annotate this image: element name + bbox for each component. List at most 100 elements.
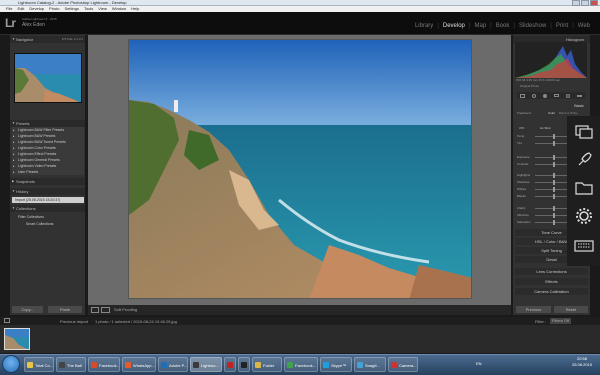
taskbar-item[interactable]: Camera...: [388, 357, 418, 372]
taskbar-item[interactable]: Folder: [252, 357, 282, 372]
keyboard-tool-button[interactable]: [567, 232, 600, 260]
windows-icon: [574, 125, 593, 139]
system-clock[interactable]: 20:58 25.08.2015: [572, 356, 592, 368]
develop-toolbar: Soft Proofing: [88, 305, 511, 315]
taskbar-item-label: Lightroo...: [201, 363, 219, 368]
wb-label: WB :: [519, 126, 526, 130]
original-photo-toggle[interactable]: Original Photo: [520, 84, 539, 88]
taskbar-app-icon: [323, 362, 329, 368]
taskbar-item[interactable]: SnagIt...: [354, 357, 386, 372]
module-web[interactable]: Web: [578, 23, 590, 29]
taskbar-item[interactable]: Skype™: [320, 357, 352, 372]
adjustment-brush-icon[interactable]: [576, 94, 582, 97]
presets-title: Presets: [16, 121, 30, 126]
basic-title[interactable]: Basic: [515, 103, 588, 108]
folder-icon: [574, 182, 593, 195]
collapse-triangle-icon: ▼: [12, 206, 15, 210]
rocket-icon: [578, 152, 592, 166]
taskbar-item-label: Facebook...: [295, 363, 316, 368]
taskbar-app-icon: [357, 362, 363, 368]
clock-date: 25.08.2015: [571, 362, 592, 367]
reset-button[interactable]: Reset: [554, 306, 588, 313]
module-slideshow[interactable]: Slideshow: [519, 23, 546, 29]
taskbar-app-icon: [227, 362, 233, 368]
navigator-title: Navigator: [16, 37, 34, 42]
histogram[interactable]: [515, 42, 587, 78]
grid-view-icon[interactable]: [4, 318, 10, 323]
graduated-filter-icon[interactable]: [553, 94, 559, 97]
red-eye-icon[interactable]: [543, 93, 548, 98]
filter-select[interactable]: Filters Off: [550, 318, 572, 324]
module-develop[interactable]: Develop: [443, 23, 465, 29]
folder-tool-button[interactable]: [567, 174, 600, 202]
presets-header[interactable]: ▼ Presets: [10, 120, 85, 127]
soft-proofing-label[interactable]: Soft Proofing: [114, 307, 137, 312]
previous-button[interactable]: Previous: [516, 306, 551, 313]
filmstrip-info: 1 photo / 1 selected / 2015-08-24 13.46.…: [95, 319, 177, 324]
taskbar-item-label: WhatsApp...: [133, 363, 155, 368]
expand-triangle-icon: ▶: [12, 179, 15, 183]
taskbar-item[interactable]: Total Co...: [24, 357, 54, 372]
before-after-icon[interactable]: [101, 307, 110, 313]
module-map[interactable]: Map: [474, 23, 486, 29]
treatment-label: Treatment:: [517, 111, 532, 115]
presets-list: Lightroom B&W Filter Presets Lightroom B…: [12, 127, 84, 175]
lightroom-logo: Lr: [5, 16, 16, 30]
side-tool-panel: [567, 116, 600, 266]
collapse-triangle-icon: ▼: [12, 189, 15, 193]
taskbar-app-icon: [241, 362, 247, 368]
crop-tool-icon[interactable]: [520, 93, 526, 98]
module-print[interactable]: Print: [556, 23, 568, 29]
taskbar-app-icon: [255, 362, 261, 368]
filmstrip-bar: Previous Import 1 photo / 1 selected / 2…: [0, 317, 600, 325]
section-camera-calibration[interactable]: Camera Calibration: [515, 288, 588, 295]
start-button[interactable]: [2, 355, 20, 373]
module-library[interactable]: Library: [415, 23, 433, 29]
filmstrip-thumbnail[interactable]: [4, 328, 30, 350]
identity-name: Alex Eden: [22, 22, 45, 28]
paste-button[interactable]: Paste: [48, 306, 82, 313]
rocket-tool-button[interactable]: [567, 146, 600, 174]
collection-filter[interactable]: Filter Collections: [12, 214, 84, 220]
navigator-header[interactable]: ▼ Navigator FIT FILL 1:1 3:1: [10, 36, 85, 43]
taskbar-item-label: Facebook...: [99, 363, 120, 368]
previous-import-label[interactable]: Previous Import: [60, 319, 88, 324]
taskbar-item[interactable]: WhatsApp...: [122, 357, 156, 372]
treatment-color[interactable]: Color: [548, 111, 555, 115]
windows-tool-button[interactable]: [567, 118, 600, 146]
snapshots-header[interactable]: ▶ Snapshots: [10, 178, 85, 185]
section-effects[interactable]: Effects: [515, 278, 588, 285]
history-header[interactable]: ▼ History: [10, 188, 85, 195]
collapse-triangle-icon: ▼: [12, 121, 15, 125]
taskbar-item[interactable]: [224, 357, 236, 372]
radial-filter-icon[interactable]: [565, 93, 570, 98]
taskbar-item[interactable]: [238, 357, 250, 372]
navigator-preview[interactable]: [14, 53, 82, 103]
taskbar-item[interactable]: Facebook...: [88, 357, 120, 372]
copy-button[interactable]: Copy...: [12, 306, 43, 313]
history-item[interactable]: Import (25.08.2015 15:20:37): [12, 197, 84, 203]
coastline-photo-image: [129, 40, 471, 298]
treatment-bw[interactable]: Black & White: [559, 111, 585, 115]
taskbar-item[interactable]: Lightroo...: [190, 357, 222, 372]
loupe-view-icon[interactable]: [91, 307, 99, 313]
preset-folder[interactable]: User Presets: [12, 169, 84, 175]
taskbar-item-label: Adobe P...: [169, 363, 188, 368]
collection-smart[interactable]: Smart Collections: [12, 221, 84, 227]
navigator-zoom[interactable]: FIT FILL 1:1 3:1: [62, 36, 83, 43]
wb-value[interactable]: As Shot: [540, 126, 551, 130]
taskbar-item-label: Skype™: [331, 363, 347, 368]
settings-tool-button[interactable]: [567, 202, 600, 230]
taskbar-app-icon: [125, 362, 131, 368]
taskbar-item-label: Camera...: [399, 363, 417, 368]
spot-removal-icon[interactable]: [532, 93, 537, 98]
language-indicator[interactable]: EN: [476, 361, 482, 366]
collections-header[interactable]: ▼ Collections: [10, 205, 85, 212]
module-book[interactable]: Book: [496, 23, 510, 29]
main-photo[interactable]: [128, 39, 472, 299]
taskbar-item[interactable]: Facebook...: [284, 357, 318, 372]
section-lens-corrections[interactable]: Lens Corrections: [515, 268, 588, 275]
taskbar-app-icon: [27, 362, 33, 368]
taskbar-item[interactable]: The Bat!: [56, 357, 86, 372]
taskbar-item[interactable]: Adobe P...: [158, 357, 188, 372]
